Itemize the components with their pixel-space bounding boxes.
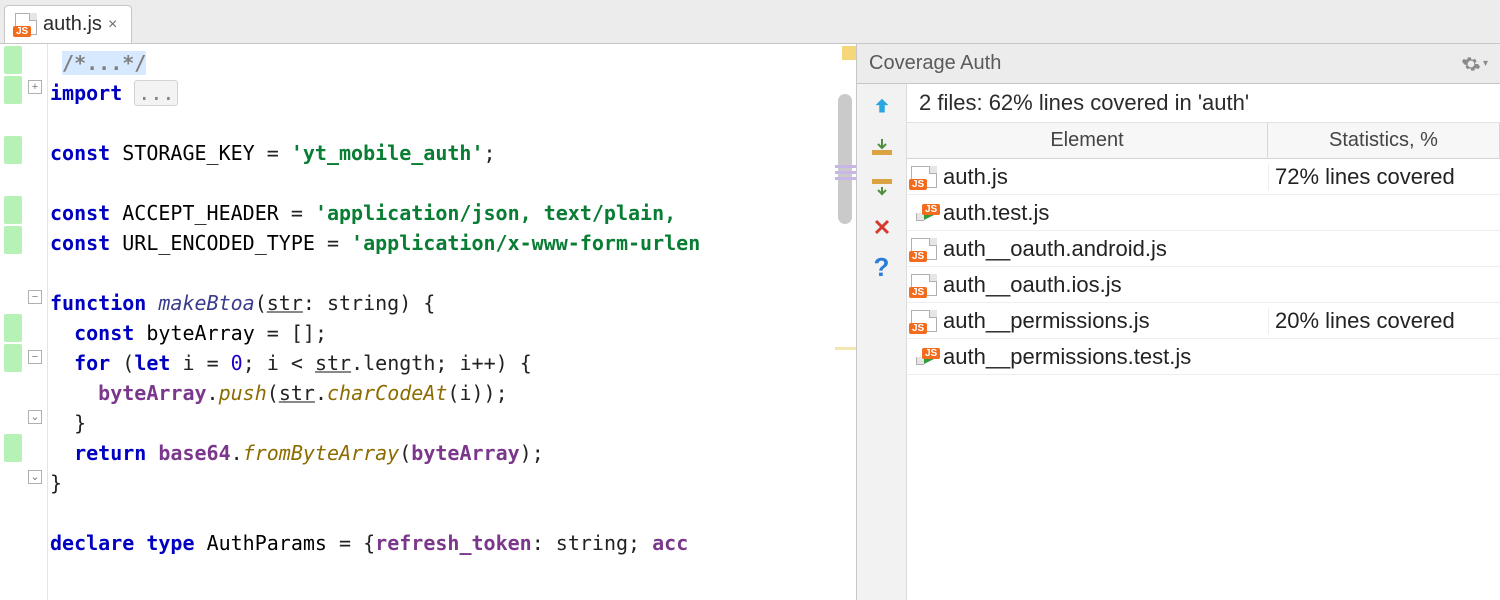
coverage-title: Coverage Auth <box>869 52 1001 75</box>
js-file-icon: JS <box>15 15 37 35</box>
coverage-stat: 20% lines covered <box>1268 308 1500 334</box>
coverage-filename: auth__permissions.test.js <box>941 344 1268 370</box>
fold-end-icon[interactable]: ⌄ <box>28 470 42 484</box>
collapse-fold-icon[interactable]: − <box>28 290 42 304</box>
coverage-content: 2 files: 62% lines covered in 'auth' Ele… <box>907 84 1500 600</box>
editor-scrollbar[interactable] <box>838 94 852 224</box>
expand-fold-icon[interactable]: + <box>28 80 42 94</box>
fold-end-icon[interactable]: ⌄ <box>28 410 42 424</box>
editor-tabs: JS auth.js × <box>0 0 1500 44</box>
main-split: + − − ⌄ ⌄ /*...*/ import ... const STORA… <box>0 44 1500 600</box>
collapse-fold-icon[interactable]: − <box>28 350 42 364</box>
gear-icon[interactable]: ▾ <box>1461 54 1488 74</box>
code-area[interactable]: /*...*/ import ... const STORAGE_KEY = '… <box>48 44 856 600</box>
js-file-icon: JS <box>907 274 941 296</box>
tab-filename: auth.js <box>43 13 102 36</box>
file-tab-auth[interactable]: JS auth.js × <box>4 5 132 43</box>
coverage-filename: auth__permissions.js <box>941 308 1268 334</box>
coverage-filename: auth__oauth.android.js <box>941 236 1268 262</box>
col-element[interactable]: Element <box>907 123 1268 158</box>
coverage-filename: auth.test.js <box>941 200 1268 226</box>
coverage-row[interactable]: JSauth.test.js <box>907 195 1500 231</box>
import-icon[interactable] <box>863 130 901 164</box>
export-icon[interactable] <box>863 170 901 204</box>
change-marker <box>835 162 856 183</box>
coverage-gutter <box>0 44 26 600</box>
coverage-panel: Coverage Auth ▾ ? 2 files: 62% lines cov… <box>856 44 1500 600</box>
code-editor[interactable]: + − − ⌄ ⌄ /*...*/ import ... const STORA… <box>0 44 856 600</box>
coverage-rows: JSauth.js72% lines coveredJSauth.test.js… <box>907 159 1500 600</box>
js-file-icon: JS <box>907 238 941 260</box>
fold-gutter: + − − ⌄ ⌄ <box>26 44 48 600</box>
coverage-row[interactable]: JSauth.js72% lines covered <box>907 159 1500 195</box>
help-icon[interactable]: ? <box>863 250 901 284</box>
js-file-icon: JS <box>907 166 941 188</box>
change-marker <box>835 344 856 353</box>
coverage-row[interactable]: JSauth__permissions.js20% lines covered <box>907 303 1500 339</box>
coverage-filename: auth.js <box>941 164 1268 190</box>
coverage-row[interactable]: JSauth__oauth.ios.js <box>907 267 1500 303</box>
coverage-stat: 72% lines covered <box>1268 164 1500 190</box>
coverage-row[interactable]: JSauth__permissions.test.js <box>907 339 1500 375</box>
coverage-table-header: Element Statistics, % <box>907 123 1500 159</box>
coverage-titlebar: Coverage Auth ▾ <box>857 44 1500 84</box>
col-stats[interactable]: Statistics, % <box>1268 123 1500 158</box>
marker-warn-icon[interactable] <box>842 46 856 60</box>
coverage-summary: 2 files: 62% lines covered in 'auth' <box>907 84 1500 123</box>
close-tab-icon[interactable]: × <box>108 16 117 34</box>
close-coverage-icon[interactable] <box>863 210 901 244</box>
js-file-icon: JS <box>907 310 941 332</box>
nav-up-icon[interactable] <box>863 90 901 124</box>
coverage-row[interactable]: JSauth__oauth.android.js <box>907 231 1500 267</box>
coverage-toolbar: ? <box>857 84 907 600</box>
coverage-filename: auth__oauth.ios.js <box>941 272 1268 298</box>
